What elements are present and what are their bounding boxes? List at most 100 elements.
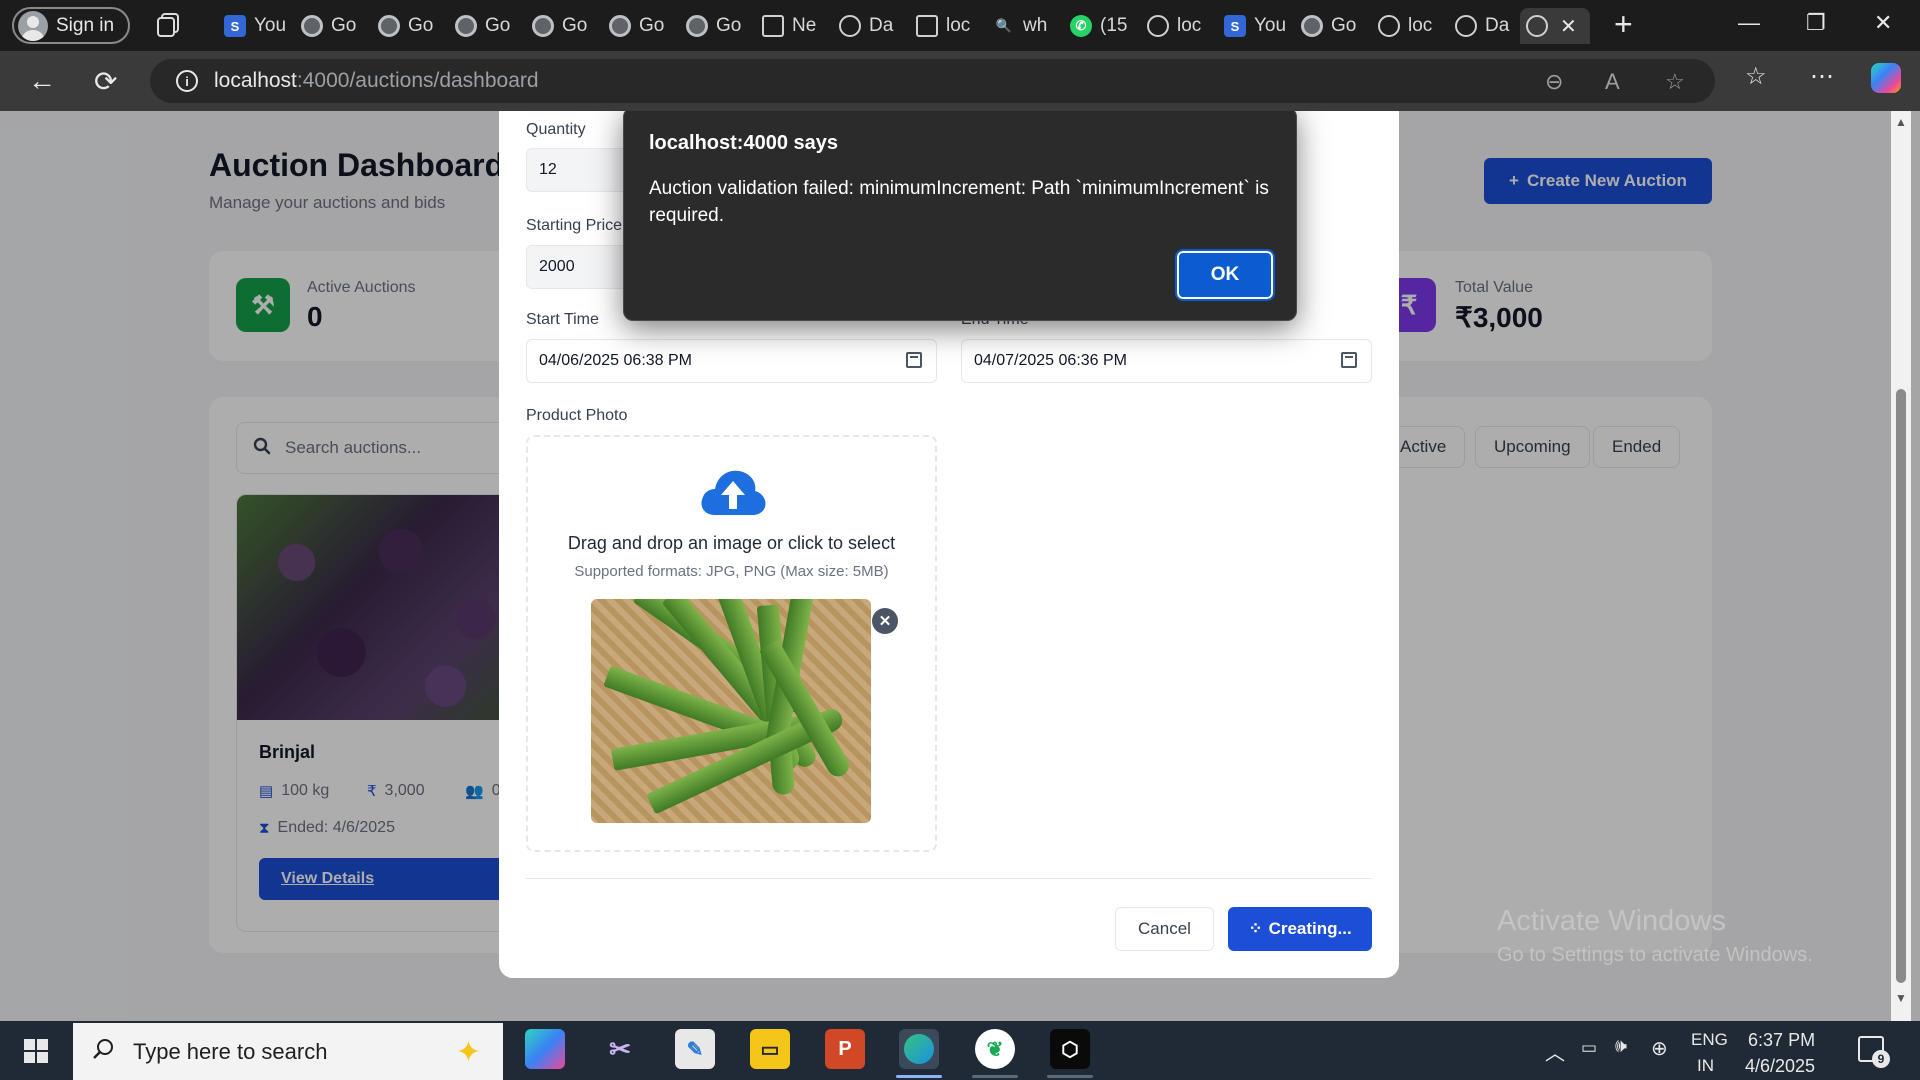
scrollbar-thumb[interactable] xyxy=(1896,389,1906,983)
notification-count-badge: 9 xyxy=(1872,1050,1890,1068)
alert-ok-button[interactable]: OK xyxy=(1175,249,1275,301)
tab-label: Go xyxy=(639,15,665,36)
favorites-icon[interactable]: ☆ xyxy=(1745,62,1767,91)
browser-tab[interactable]: loc xyxy=(1372,8,1448,44)
browser-tab[interactable]: Go xyxy=(680,8,756,44)
browser-tab[interactable]: S You xyxy=(1218,8,1294,44)
tab-label: Go xyxy=(485,15,511,36)
cancel-button[interactable]: Cancel xyxy=(1115,907,1214,951)
powerpoint-icon[interactable]: P xyxy=(825,1029,865,1069)
document-icon xyxy=(762,15,784,37)
file-explorer-icon[interactable]: ▭ xyxy=(750,1029,790,1069)
page-viewport: Auction Dashboard Manage your auctions a… xyxy=(0,111,1920,1021)
whatsapp-icon: ✆ xyxy=(1070,15,1092,37)
browser-tab[interactable]: loc xyxy=(1141,8,1217,44)
page-scrollbar[interactable]: ▲ ▼ xyxy=(1891,111,1911,1021)
calendar-icon[interactable] xyxy=(1341,352,1357,368)
browser-tab[interactable]: Go xyxy=(449,8,525,44)
close-window-icon[interactable]: ✕ xyxy=(1874,10,1892,36)
sign-in-button[interactable]: Sign in xyxy=(12,7,130,44)
creating-submit-button[interactable]: ⁘ Creating... xyxy=(1228,907,1372,951)
tab-label: (15 xyxy=(1100,15,1128,36)
browser-tab[interactable]: loc xyxy=(910,8,986,44)
globe-icon xyxy=(1378,15,1400,37)
windows-start-icon[interactable] xyxy=(24,1039,48,1063)
browser-tab[interactable]: ✆ (15 xyxy=(1064,8,1140,44)
calendar-icon[interactable] xyxy=(906,352,922,368)
taskbar-search-input[interactable]: Type here to search ✦ xyxy=(73,1023,503,1080)
footer-divider xyxy=(526,878,1372,879)
browser-tab[interactable]: Da xyxy=(833,8,909,44)
workspaces-icon[interactable] xyxy=(155,11,183,39)
more-menu-icon[interactable]: ⋯ xyxy=(1810,62,1834,91)
product-photo-label: Product Photo xyxy=(526,407,628,424)
system-clock[interactable]: 6:37 PM 4/6/2025 xyxy=(1745,1027,1815,1079)
search-icon xyxy=(91,1037,115,1067)
browser-tab[interactable]: Da xyxy=(1449,8,1525,44)
google-icon xyxy=(609,15,631,37)
site-info-icon[interactable]: i xyxy=(176,70,198,92)
zoom-out-icon[interactable]: ⊖ xyxy=(1545,69,1563,95)
address-toolbar: ← ⟳ i localhost:4000/auctions/dashboard … xyxy=(0,51,1920,111)
dropzone-subtitle: Supported formats: JPG, PNG (Max size: 5… xyxy=(574,563,889,580)
copilot-icon[interactable] xyxy=(1871,63,1901,93)
browser-tab[interactable]: Go xyxy=(1295,8,1371,44)
notification-center-icon[interactable]: 9 xyxy=(1858,1036,1890,1068)
mongodb-compass-icon[interactable]: ❦ xyxy=(975,1029,1015,1069)
url-text: localhost:4000/auctions/dashboard xyxy=(214,69,539,92)
s-icon: S xyxy=(224,15,246,37)
browser-tab[interactable]: Go xyxy=(295,8,371,44)
tab-label: You xyxy=(1254,15,1287,36)
sign-in-label: Sign in xyxy=(56,14,115,36)
notepad-app-icon[interactable]: ✎ xyxy=(675,1029,715,1069)
google-icon xyxy=(686,15,708,37)
browser-tab[interactable]: Go xyxy=(372,8,448,44)
file-icon xyxy=(916,15,938,37)
tab-label: Go xyxy=(408,15,434,36)
language-indicator[interactable]: ENG IN xyxy=(1691,1027,1728,1079)
cloud-upload-icon xyxy=(701,470,766,515)
browser-tab[interactable]: S You xyxy=(218,8,294,44)
refresh-icon[interactable]: ⟳ xyxy=(94,65,117,98)
active-browser-tab[interactable]: ✕ xyxy=(1520,8,1590,44)
tab-label: You xyxy=(254,15,287,36)
s-icon: S xyxy=(1224,15,1246,37)
close-tab-icon[interactable]: ✕ xyxy=(1560,14,1577,39)
tab-label: loc xyxy=(946,15,971,36)
volume-icon[interactable]: 🕪 xyxy=(1615,1036,1627,1058)
edge-browser-icon[interactable] xyxy=(899,1029,939,1069)
activate-windows-watermark: Activate Windows Go to Settings to activ… xyxy=(1497,905,1813,966)
copilot-app-icon[interactable] xyxy=(525,1029,565,1069)
address-bar[interactable]: i localhost:4000/auctions/dashboard ⊖ A … xyxy=(150,59,1715,103)
restore-icon[interactable]: ❐ xyxy=(1806,10,1826,36)
scroll-up-icon[interactable]: ▲ xyxy=(1895,115,1907,129)
minimize-icon[interactable]: — xyxy=(1738,10,1760,36)
favorite-star-icon[interactable]: ☆ xyxy=(1665,69,1685,95)
active-app-indicator xyxy=(896,1075,942,1078)
google-icon xyxy=(532,15,554,37)
read-aloud-icon[interactable]: A xyxy=(1605,69,1620,95)
battery-icon[interactable]: ▭ xyxy=(1581,1038,1597,1058)
image-dropzone[interactable]: Drag and drop an image or click to selec… xyxy=(526,435,937,852)
back-arrow-icon[interactable]: ← xyxy=(28,65,56,97)
network-globe-icon[interactable]: ⊕ xyxy=(1651,1036,1668,1061)
start-time-label: Start Time xyxy=(526,311,599,328)
end-time-input[interactable]: 04/07/2025 06:36 PM xyxy=(961,339,1372,383)
start-time-input[interactable]: 04/06/2025 06:38 PM xyxy=(526,339,937,383)
google-icon xyxy=(378,15,400,37)
browser-tab[interactable]: Go xyxy=(526,8,602,44)
browser-tab[interactable]: Go xyxy=(603,8,679,44)
browser-tab[interactable]: 🔍 wh xyxy=(987,8,1063,44)
dropzone-title: Drag and drop an image or click to selec… xyxy=(567,533,896,553)
globe-icon xyxy=(1526,15,1548,37)
globe-icon xyxy=(1147,15,1169,37)
remove-image-icon[interactable]: ✕ xyxy=(872,608,898,634)
show-hidden-icons-chevron-icon[interactable]: ︿ xyxy=(1545,1037,1565,1066)
cursor-app-icon[interactable]: ⬡ xyxy=(1050,1029,1090,1069)
new-tab-button[interactable]: + xyxy=(1614,6,1633,43)
tab-label: Go xyxy=(716,15,742,36)
scroll-down-icon[interactable]: ▼ xyxy=(1895,991,1907,1005)
snipping-tool-icon[interactable]: ✂ xyxy=(600,1029,640,1069)
browser-tab[interactable]: Ne xyxy=(756,8,832,44)
tab-label: loc xyxy=(1177,15,1202,36)
